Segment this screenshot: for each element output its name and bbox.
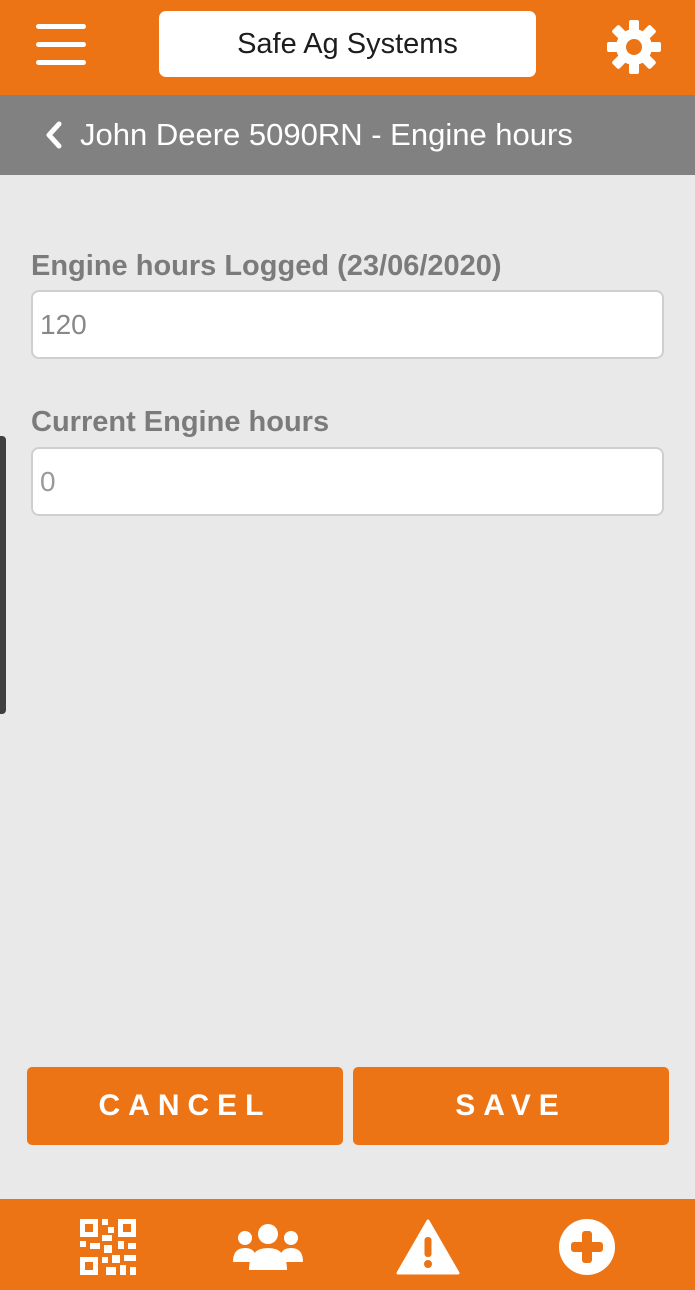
- app-title: Safe Ag Systems: [159, 11, 536, 77]
- nav-add[interactable]: [552, 1217, 622, 1277]
- nav-people[interactable]: [233, 1217, 303, 1277]
- current-engine-hours-label: Current Engine hours: [31, 406, 330, 438]
- engine-hours-logged-label: Engine hours Logged (23/06/2020): [31, 250, 502, 282]
- settings-button[interactable]: [606, 19, 662, 75]
- hamburger-menu-icon: [36, 24, 86, 29]
- back-navigation[interactable]: John Deere 5090RN - Engine hours: [0, 95, 695, 175]
- qr-code-icon: [80, 1219, 136, 1275]
- plus-circle-icon: [559, 1219, 615, 1275]
- current-engine-hours-field[interactable]: [31, 447, 664, 516]
- hamburger-menu-bar: [36, 60, 86, 65]
- hamburger-menu-bar: [36, 42, 86, 47]
- cancel-button[interactable]: CANCEL: [27, 1067, 343, 1145]
- gear-icon: [607, 20, 661, 74]
- nav-hazards[interactable]: [393, 1217, 463, 1277]
- menu-button[interactable]: [36, 24, 86, 66]
- save-button[interactable]: SAVE: [353, 1067, 669, 1145]
- edge-drawer-handle[interactable]: [0, 436, 6, 714]
- top-bar: Safe Ag Systems: [0, 0, 695, 95]
- bottom-navigation: [0, 1199, 695, 1290]
- warning-icon: [396, 1219, 460, 1275]
- chevron-left-icon: [46, 121, 62, 149]
- nav-qr-code[interactable]: [73, 1217, 143, 1277]
- engine-hours-logged-field[interactable]: [31, 290, 664, 359]
- people-icon: [233, 1224, 303, 1270]
- page-title: John Deere 5090RN - Engine hours: [80, 117, 573, 152]
